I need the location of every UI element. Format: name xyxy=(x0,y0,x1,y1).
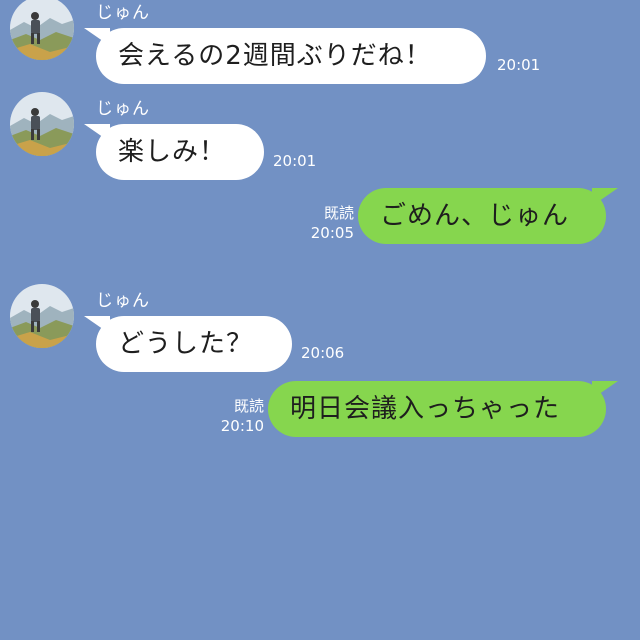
incoming-message-bubble[interactable]: 楽しみ！ xyxy=(84,124,264,180)
message-meta: 既読 20:05 xyxy=(311,203,354,243)
contact-avatar[interactable] xyxy=(10,284,74,348)
message-time: 20:06 xyxy=(301,344,345,362)
sender-name: じゅん xyxy=(96,3,150,23)
message-time: 20:01 xyxy=(497,56,541,74)
message-meta: 既読 20:10 xyxy=(221,396,264,436)
message-time: 20:05 xyxy=(310,224,354,242)
contact-avatar[interactable] xyxy=(10,92,74,156)
read-receipt: 既読 xyxy=(233,397,264,415)
read-receipt: 既読 xyxy=(323,204,354,222)
sender-name: じゅん xyxy=(96,291,150,311)
chat-area: じゅん 会えるの2週間ぶりだね！ 20:01 じゅん 楽しみ！ 20:01 既読… xyxy=(0,0,640,640)
message-time: 20:01 xyxy=(273,152,317,170)
outgoing-message-bubble[interactable]: 明日会議入っちゃった xyxy=(268,381,618,437)
incoming-message-bubble[interactable]: どうした？ xyxy=(84,316,292,372)
incoming-message-bubble[interactable]: 会えるの2週間ぶりだね！ xyxy=(84,28,486,84)
outgoing-message-bubble[interactable]: ごめん、じゅん xyxy=(358,188,618,244)
message-time: 20:10 xyxy=(220,417,264,435)
sender-name: じゅん xyxy=(96,99,150,119)
contact-avatar[interactable] xyxy=(10,0,74,60)
